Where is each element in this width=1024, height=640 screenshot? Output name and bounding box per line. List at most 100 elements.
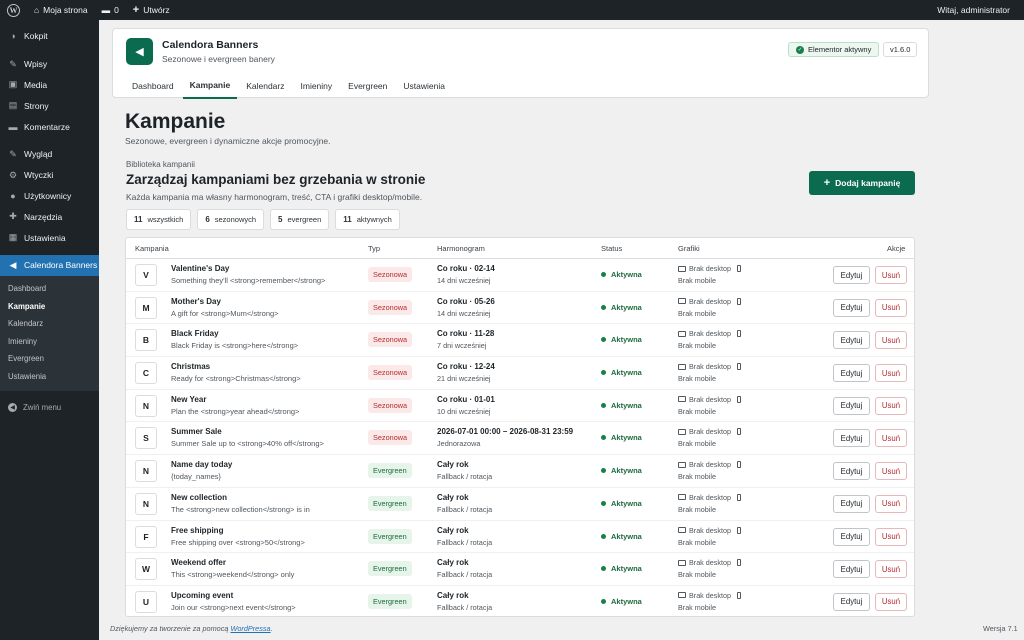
submenu-item[interactable]: Kalendarz (0, 315, 99, 333)
submenu-item[interactable]: Imieniny (0, 333, 99, 351)
graphics-mobile-label: Brak mobile (678, 341, 716, 351)
graphics-desktop-label: Brak desktop (689, 329, 731, 339)
delete-button[interactable]: Usuń (875, 396, 907, 415)
sidebar-item-appearance[interactable]: ✎ Wygląd (0, 144, 99, 165)
status-badge: Aktywna (601, 466, 642, 475)
collapse-label: Zwiń menu (23, 402, 62, 412)
collapse-menu-button[interactable]: ◀ Zwiń menu (0, 395, 99, 419)
status-label: Aktywna (611, 400, 642, 410)
plugin-tabs: Dashboard Kampanie Kalendarz Imieniny Evergr… (125, 73, 454, 99)
table-row: M Mother's Day A gift for <strong>Mum</str… (126, 292, 914, 325)
edit-button[interactable]: Edytuj (833, 527, 870, 546)
status-label: Aktywna (611, 368, 642, 378)
schedule-main: Co roku · 05-26 (437, 296, 495, 306)
type-badge: Sezonowa (368, 332, 413, 348)
site-name-link[interactable]: ⌂ Moja strona (27, 0, 95, 20)
filter-chip[interactable]: 11 aktywnych (335, 209, 400, 230)
tab-imieniny[interactable]: Imieniny (294, 73, 340, 99)
edit-button[interactable]: Edytuj (833, 462, 870, 481)
plugin-name: Calendora Banners (162, 39, 259, 51)
delete-button[interactable]: Usuń (875, 592, 907, 611)
campaign-description: A gift for <strong>Mum</strong> (171, 308, 279, 318)
my-account-link[interactable]: Witaj, administrator (930, 0, 1024, 20)
plugin-subtitle: Sezonowe i evergreen banery (162, 54, 275, 64)
schedule-detail: 14 dni wcześniej (437, 276, 491, 285)
edit-button[interactable]: Edytuj (833, 266, 870, 284)
sidebar-item-pin[interactable]: ✎ Wpisy (0, 54, 99, 75)
type-badge: Evergreen (368, 528, 412, 544)
edit-button[interactable]: Edytuj (833, 298, 870, 317)
status-dot-icon (601, 402, 606, 408)
graphics-mobile-label: Brak mobile (678, 439, 716, 449)
desktop-icon (678, 330, 686, 337)
sidebar-item-users[interactable]: ● Użytkownicy (0, 186, 99, 207)
filter-chip[interactable]: 6 sezonowych (197, 209, 265, 230)
delete-button[interactable]: Usuń (875, 462, 907, 481)
wp-logo-menu[interactable]: W (0, 0, 27, 20)
edit-button[interactable]: Edytuj (833, 592, 870, 611)
submenu-item[interactable]: Dashboard (0, 280, 99, 298)
tools-icon: ✚ (9, 211, 17, 222)
delete-button[interactable]: Usuń (875, 266, 907, 284)
mobile-icon (736, 526, 741, 534)
comments-link[interactable]: ▬ 0 (95, 0, 126, 20)
delete-button[interactable]: Usuń (875, 298, 907, 317)
delete-button[interactable]: Usuń (875, 527, 907, 546)
schedule-main: Cały rok (437, 525, 469, 535)
sidebar-item-label: Wpisy (24, 59, 48, 70)
delete-button[interactable]: Usuń (875, 331, 907, 350)
edit-button[interactable]: Edytuj (833, 331, 870, 350)
submenu-item[interactable]: Kampanie (0, 297, 99, 315)
table-row: W Weekend offer This <strong>weekend</stro… (126, 553, 914, 586)
tab-evergreen[interactable]: Evergreen (341, 73, 394, 99)
edit-button[interactable]: Edytuj (833, 429, 870, 448)
schedule-detail: Fallback / rotacja (437, 504, 493, 514)
collapse-icon: ◀ (8, 402, 17, 412)
plugins-icon: ⚙ (8, 169, 18, 180)
type-badge: Evergreen (368, 495, 412, 511)
add-campaign-button[interactable]: + Dodaj kampanię (809, 171, 915, 195)
delete-button[interactable]: Usuń (875, 560, 907, 579)
new-content-link[interactable]: + Utwórz (126, 0, 177, 20)
sidebar-item-pages[interactable]: ▤ Strony (0, 95, 99, 116)
tab-ustawienia[interactable]: Ustawienia (396, 73, 452, 99)
type-badge: Evergreen (368, 561, 412, 577)
submenu-item[interactable]: Ustawienia (0, 368, 99, 386)
section-eyebrow: Biblioteka kampanii (126, 160, 195, 169)
sidebar-item-dashboard[interactable]: ◑ Kokpit (0, 26, 99, 47)
edit-button[interactable]: Edytuj (833, 560, 870, 579)
wordpress-link[interactable]: WordPressa (230, 624, 270, 633)
edit-button[interactable]: Edytuj (833, 494, 870, 513)
graphics-desktop-label: Brak desktop (689, 590, 731, 600)
elementor-status-badge: ✓ Elementor aktywny (788, 42, 880, 57)
check-icon: ✓ (796, 45, 804, 54)
sidebar-item-tools[interactable]: ✚ Narzędzia (0, 206, 99, 227)
delete-button[interactable]: Usuń (875, 429, 907, 448)
filter-chip[interactable]: 5 evergreen (270, 209, 330, 230)
graphics-desktop: Brak desktop (678, 395, 741, 404)
campaign-description: Summer Sale up to <strong>40% off</stron… (171, 439, 324, 449)
tab-kalendarz[interactable]: Kalendarz (239, 73, 291, 99)
delete-button[interactable]: Usuń (875, 364, 907, 383)
sidebar-item-label: Wtyczki (24, 170, 54, 181)
sidebar-item-plugins[interactable]: ⚙ Wtyczki (0, 165, 99, 186)
sidebar-item-label: Narzędzia (24, 211, 63, 222)
edit-button[interactable]: Edytuj (833, 396, 870, 415)
sidebar-item-comments[interactable]: ▬ Komentarze (0, 116, 99, 137)
status-dot-icon (601, 566, 606, 572)
tab-dashboard[interactable]: Dashboard (125, 73, 181, 99)
status-dot-icon (601, 272, 606, 277)
graphics-desktop-label: Brak desktop (689, 427, 731, 437)
filter-chip[interactable]: 11 wszystkich (126, 209, 192, 230)
delete-button[interactable]: Usuń (875, 494, 907, 513)
submenu-item[interactable]: Evergreen (0, 350, 99, 368)
sidebar-item-media[interactable]: ▣ Media (0, 75, 99, 96)
page-title: Kampanie (125, 110, 226, 133)
sidebar-item-settings[interactable]: ▦ Ustawienia (0, 227, 99, 248)
edit-button[interactable]: Edytuj (833, 364, 870, 383)
type-badge: Sezonowa (368, 397, 413, 413)
tab-kampanie[interactable]: Kampanie (182, 73, 238, 99)
add-campaign-label: Dodaj kampanię (835, 178, 901, 188)
sidebar-item-label: Komentarze (24, 121, 70, 132)
sidebar-item-megaphone[interactable]: ◀ Calendora Banners (0, 254, 99, 276)
